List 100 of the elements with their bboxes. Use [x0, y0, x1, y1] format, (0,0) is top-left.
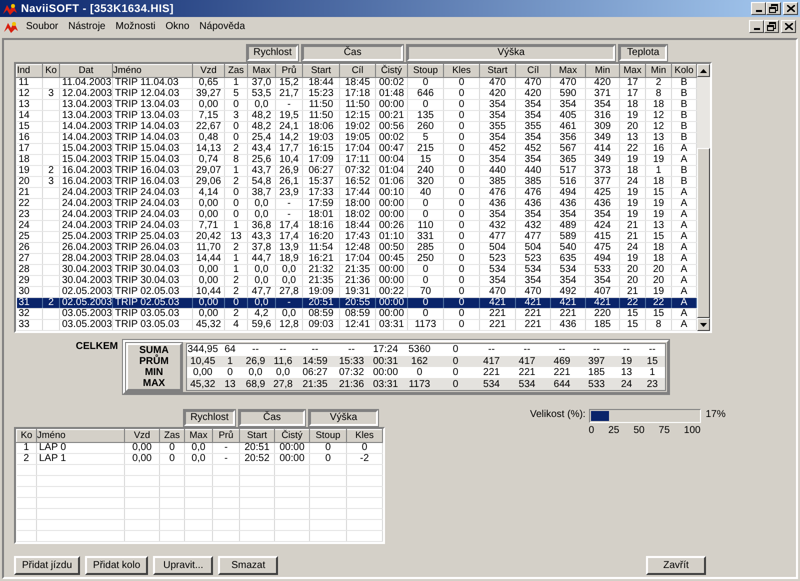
table-cell: 18:02 — [340, 210, 376, 220]
column-header[interactable]: Jméno — [36, 430, 124, 442]
table-cell: 0 — [444, 166, 480, 176]
table-row[interactable]: 32 03.05.2003 TRIP 03.05.03 0,00 2 4,2 0,0 08:59 08:59 00:00 0 0 221 221 221 220 15 15 A — [16, 308, 696, 320]
table-row[interactable]: 18 15.04.2003 TRIP 15.04.03 0,74 8 25,6 10,4 17:09 17:11 00:04 15 0 354 354 365 349 19 19 A — [16, 154, 696, 166]
column-header[interactable]: Stoup — [310, 430, 346, 442]
table-row[interactable]: 28 30.04.2003 TRIP 30.04.03 0,00 1 0,0 0,0 21:32 21:35 00:00 0 0 534 534 534 533 20 20 A — [16, 264, 696, 276]
table-cell: 17:04 — [340, 254, 376, 264]
table-cell: 13.04.2003 — [60, 100, 112, 110]
table-row[interactable]: 31 2 02.05.2003 TRIP 02.05.03 0,00 0 0,0 - 20:51 20:55 00:00 0 0 421 421 421 421 22 22 A — [16, 298, 696, 308]
column-header[interactable]: Čistý — [274, 430, 310, 442]
table-row[interactable]: 25 25.04.2003 TRIP 25.04.03 20,42 13 43,3 17,4 16:20 17:43 01:10 331 0 477 477 589 415 21 15 A — [16, 232, 696, 242]
table-cell: 22,67 — [192, 122, 224, 132]
column-header[interactable]: Min — [586, 64, 620, 78]
table-cell: 0 — [444, 198, 480, 210]
column-header[interactable]: Zas — [160, 430, 184, 442]
menu-item[interactable]: Možnosti — [110, 20, 161, 33]
table-row[interactable]: 15 14.04.2003 TRIP 14.04.03 22,67 0 48,2 24,1 18:06 19:02 00:56 260 0 355 355 461 309 20 12 B — [16, 122, 696, 132]
column-header[interactable]: Vzd — [124, 430, 160, 442]
menu-item[interactable]: Soubor — [21, 20, 64, 33]
column-header[interactable]: Max — [248, 64, 276, 78]
table-cell: TRIP 26.04.03 — [112, 242, 192, 254]
column-header[interactable]: Start — [302, 64, 340, 78]
close-window-button[interactable] — [781, 20, 796, 33]
table-row[interactable]: 20 3 16.04.2003 TRIP 16.04.03 29,06 2 54,8 26,1 15:37 16:52 01:06 320 0 385 385 516 377 24 18 B — [16, 176, 696, 188]
table-row[interactable]: 21 24.04.2003 TRIP 24.04.03 4,14 0 38,7 23,9 17:33 17:44 00:10 40 0 476 476 494 425 19 15 A — [16, 188, 696, 198]
table-cell: 0 — [408, 308, 444, 320]
column-header[interactable]: Čistý — [376, 64, 408, 78]
scrollbar[interactable] — [697, 64, 710, 331]
action-button[interactable]: Přidat kolo — [85, 556, 148, 575]
table-row[interactable]: 27 28.04.2003 TRIP 28.04.03 14,44 1 44,7 18,9 16:21 17:04 00:45 250 0 523 523 635 494 19 18 A — [16, 254, 696, 264]
column-header[interactable]: Cíl — [340, 64, 376, 78]
table-cell: 0 — [444, 276, 480, 286]
table-row[interactable]: 33 03.05.2003 TRIP 03.05.03 45,32 4 59,6 12,8 09:03 12:41 03:31 1173 0 221 221 436 185 15 8 A — [16, 320, 696, 330]
minimize-button[interactable] — [749, 20, 764, 33]
table-cell: 250 — [408, 254, 444, 264]
scroll-up-button[interactable] — [697, 64, 710, 77]
table-row[interactable]: 29 30.04.2003 TRIP 30.04.03 0,00 2 0,0 0,0 21:35 21:36 00:00 0 0 354 354 354 354 20 20 A — [16, 276, 696, 286]
menu-item[interactable]: Okno — [160, 20, 194, 33]
table-row[interactable]: 26 26.04.2003 TRIP 26.04.03 11,70 2 37,8 13,9 11:54 12:48 00:50 285 0 504 504 540 475 24 18 A — [16, 242, 696, 254]
table-cell: 26,9 — [276, 166, 302, 176]
table-row[interactable]: 11 11.04.2003 TRIP 11.04.03 0,65 1 37,0 15,2 18:44 18:45 00:02 0 0 470 470 470 420 17 2 B — [16, 78, 696, 88]
column-header[interactable]: Jméno — [112, 64, 192, 78]
table-cell: 17 — [620, 78, 646, 88]
column-header[interactable]: Stoup — [408, 64, 444, 78]
action-button[interactable]: Upravit... — [153, 556, 214, 575]
menu-item[interactable]: Nápověda — [194, 20, 250, 33]
column-header[interactable]: Start — [240, 430, 274, 442]
table-row[interactable]: 22 24.04.2003 TRIP 24.04.03 0,00 0 0,0 - 17:59 18:00 00:00 0 0 436 436 436 436 19 19 A — [16, 198, 696, 210]
column-header[interactable]: Kles — [346, 430, 382, 442]
table-cell: 18 — [646, 254, 672, 264]
scroll-thumb[interactable] — [697, 148, 710, 318]
column-header[interactable]: Dat — [60, 64, 112, 78]
table-cell: 13 — [218, 378, 242, 390]
table-row[interactable]: 17 15.04.2003 TRIP 15.04.03 14,13 2 43,4 17,7 16:15 17:04 00:47 215 0 452 452 567 414 22 16 A — [16, 144, 696, 154]
table-cell: 0,0 — [248, 198, 276, 210]
action-button[interactable]: Smazat — [218, 556, 278, 575]
table-cell: 14,2 — [276, 132, 302, 144]
table-row[interactable]: 12 3 12.04.2003 TRIP 12.04.03 39,27 5 53,5 21,7 15:23 17:18 01:48 646 0 420 420 590 371 17 8 B — [16, 88, 696, 100]
column-header[interactable]: Ind — [16, 64, 42, 78]
table-row[interactable]: 13 13.04.2003 TRIP 13.04.03 0,00 0 0,0 - 11:50 11:50 00:00 0 0 354 354 354 354 18 18 B — [16, 100, 696, 110]
column-header[interactable]: Prů — [276, 64, 302, 78]
table-cell: 0 — [346, 442, 382, 454]
table-row[interactable]: 14 13.04.2003 TRIP 13.04.03 7,15 3 48,2 19,5 11:50 12:15 00:21 135 0 354 354 405 316 19 12 B — [16, 110, 696, 122]
column-header[interactable]: Max — [620, 64, 646, 78]
table-row[interactable]: 23 24.04.2003 TRIP 24.04.03 0,00 0 0,0 - 18:01 18:02 00:00 0 0 354 354 354 354 19 19 A — [16, 210, 696, 220]
table-cell: TRIP 28.04.03 — [112, 254, 192, 264]
table-row[interactable]: 24 24.04.2003 TRIP 24.04.03 7,71 1 36,8 17,4 18:16 18:44 00:26 110 0 432 432 489 424 21 13 A — [16, 220, 696, 232]
table-row[interactable]: 16 14.04.2003 TRIP 14.04.03 0,48 0 25,4 14,2 19:03 19:05 00:02 5 0 354 354 356 349 13 13 B — [16, 132, 696, 144]
column-header[interactable]: Kles — [444, 64, 480, 78]
minimize-button[interactable] — [751, 2, 766, 15]
table-cell: 17,7 — [276, 144, 302, 154]
column-header[interactable]: Cíl — [516, 64, 550, 78]
column-header[interactable]: Prů — [212, 430, 240, 442]
column-header[interactable]: Ko — [16, 430, 36, 442]
table-cell: 11,70 — [192, 242, 224, 254]
scroll-down-button[interactable] — [697, 318, 710, 331]
table-cell: 533 — [586, 264, 620, 276]
table-cell: 17:04 — [340, 144, 376, 154]
table-row[interactable]: 19 2 16.04.2003 TRIP 16.04.03 29,07 1 43,7 26,9 06:27 07:32 01:04 240 0 440 440 517 373 18 1 B — [16, 166, 696, 176]
restore-button[interactable] — [766, 2, 781, 15]
menu-item[interactable]: Nástroje — [63, 20, 110, 33]
action-button[interactable]: Přidat jízdu — [14, 556, 80, 575]
table-cell: TRIP 15.04.03 — [112, 144, 192, 154]
table-cell: 0 — [444, 132, 480, 144]
close-window-button[interactable] — [783, 2, 798, 15]
column-header[interactable]: Max — [184, 430, 212, 442]
app-logo-icon — [3, 20, 19, 34]
close-icon — [786, 5, 794, 12]
column-header[interactable]: Ko — [42, 64, 60, 78]
table-cell: 0,00 — [192, 276, 224, 286]
column-header[interactable]: Max — [550, 64, 586, 78]
column-header[interactable]: Start — [480, 64, 516, 78]
column-header[interactable]: Zas — [224, 64, 248, 78]
column-header[interactable]: Vzd — [192, 64, 224, 78]
restore-button[interactable] — [764, 20, 779, 33]
column-header[interactable]: Kolo — [672, 64, 696, 78]
close-button[interactable]: Zavřít — [646, 556, 706, 575]
column-header[interactable]: Min — [646, 64, 672, 78]
table-cell: 0 — [160, 442, 184, 454]
